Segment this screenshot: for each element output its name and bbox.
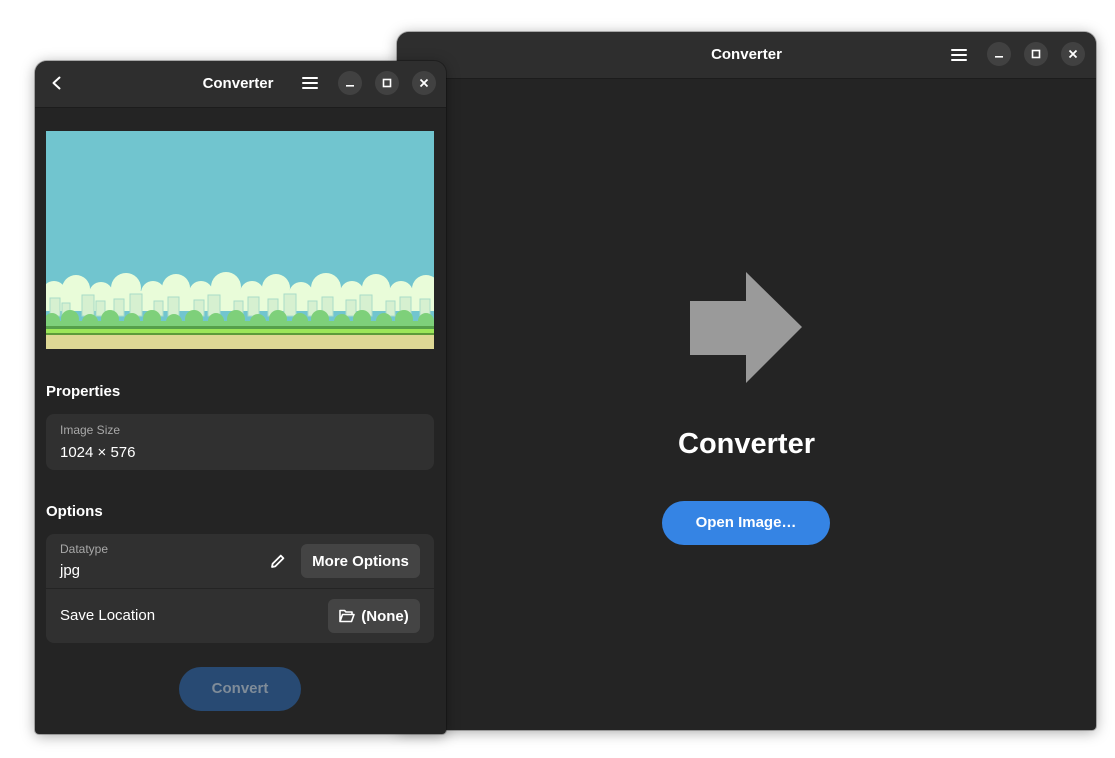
properties-card: Image Size 1024 × 576 <box>46 414 434 470</box>
save-location-value: (None) <box>361 607 409 625</box>
minimize-button[interactable] <box>338 71 362 95</box>
datatype-row[interactable]: Datatype jpg More Options <box>46 534 434 588</box>
options-card: Datatype jpg More Options Save Location … <box>46 534 434 643</box>
minimize-icon <box>995 56 1003 58</box>
close-icon <box>1068 49 1078 59</box>
app-name-heading: Converter <box>678 428 815 460</box>
convert-button[interactable]: Convert <box>179 667 301 711</box>
more-options-button[interactable]: More Options <box>301 544 420 578</box>
maximize-button[interactable] <box>1024 42 1048 66</box>
close-button[interactable] <box>1061 42 1085 66</box>
minimize-icon <box>346 85 354 87</box>
open-image-button[interactable]: Open Image… <box>662 501 830 545</box>
minimize-button[interactable] <box>987 42 1011 66</box>
headerbar: Converter <box>397 32 1096 79</box>
window-title: Converter <box>202 75 274 92</box>
converter-window-editor: Converter Properties Image Size 1024 × 5… <box>35 61 446 734</box>
properties-heading: Properties <box>46 383 121 400</box>
options-heading: Options <box>46 503 103 520</box>
edit-datatype-button[interactable] <box>264 547 292 575</box>
arrow-right-icon <box>690 272 802 383</box>
save-location-button[interactable]: (None) <box>328 599 420 633</box>
close-button[interactable] <box>412 71 436 95</box>
back-arrow-icon <box>52 76 61 90</box>
folder-open-icon <box>339 609 356 623</box>
main-menu-button[interactable] <box>294 67 326 99</box>
preview-image <box>46 131 434 349</box>
back-button[interactable] <box>41 67 73 99</box>
datatype-label: Datatype <box>60 542 109 556</box>
headerbar: Converter <box>35 61 446 108</box>
datatype-value[interactable]: jpg <box>60 562 80 579</box>
maximize-icon <box>382 78 392 88</box>
image-size-value: 1024 × 576 <box>60 444 136 461</box>
save-location-row: Save Location (None) <box>46 589 434 643</box>
maximize-button[interactable] <box>375 71 399 95</box>
main-menu-button[interactable] <box>943 39 975 71</box>
maximize-icon <box>1031 49 1041 59</box>
image-preview <box>46 131 434 349</box>
converter-window-main: Converter Converter Open Image… <box>397 32 1096 730</box>
save-location-label: Save Location <box>60 607 156 624</box>
menu-icon <box>951 49 967 61</box>
menu-icon <box>302 77 318 89</box>
image-size-label: Image Size <box>60 423 121 437</box>
pencil-icon <box>271 554 285 568</box>
close-icon <box>419 78 429 88</box>
